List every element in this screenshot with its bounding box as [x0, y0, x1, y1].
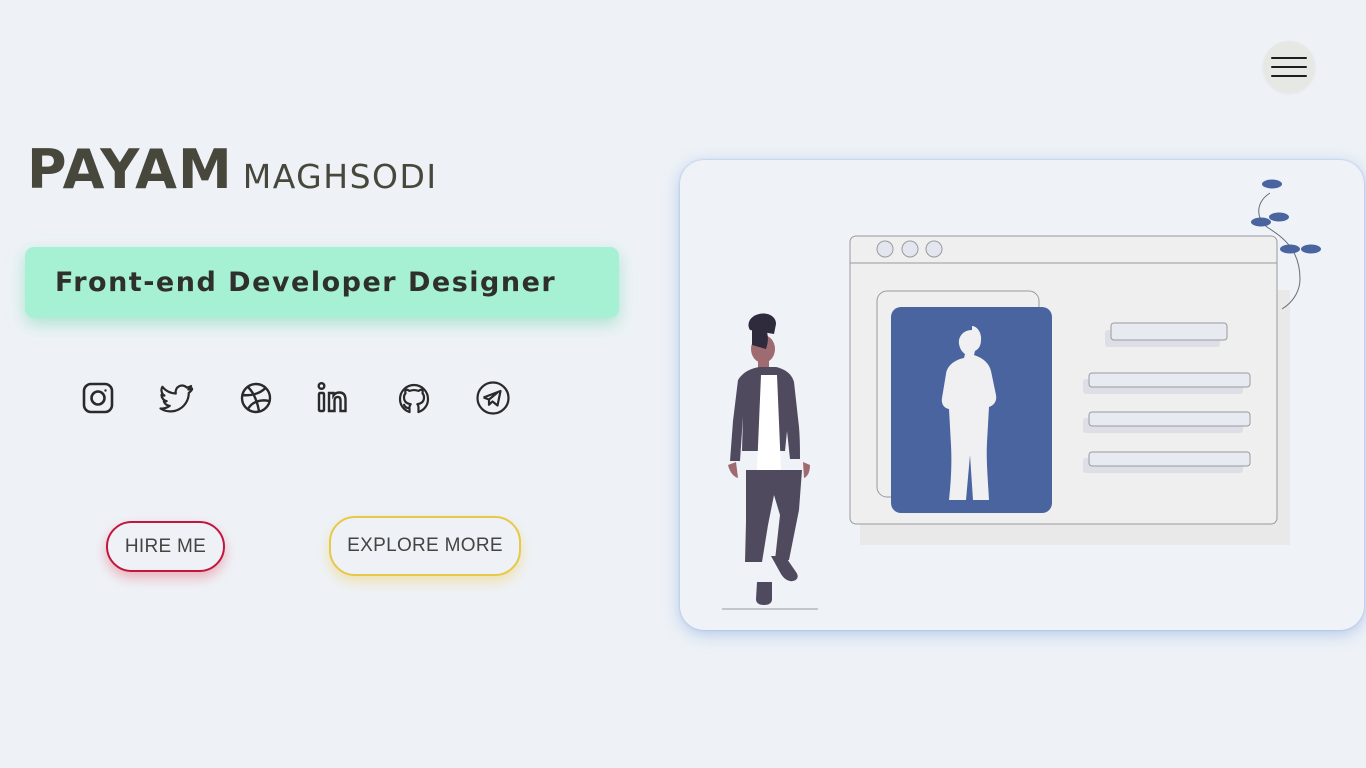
instagram-icon [82, 382, 114, 414]
window-dot-icon [901, 240, 919, 258]
leaf-icon [1262, 179, 1282, 189]
hire-me-button[interactable]: HIRE ME [106, 521, 225, 572]
window-dot-icon [876, 240, 894, 258]
role-banner: Front-end Developer Designer [25, 247, 619, 318]
text-line [1088, 372, 1251, 388]
social-links [78, 378, 518, 418]
leaf-icon [1301, 244, 1321, 254]
hero-name: PAYAM MAGHSODI [27, 138, 438, 201]
text-line [1088, 451, 1251, 467]
last-name: MAGHSODI [242, 157, 438, 196]
instagram-link[interactable] [78, 378, 118, 418]
linkedin-icon [317, 381, 347, 413]
hero-illustration-card [680, 160, 1364, 630]
role-text: Front-end Developer Designer [55, 267, 557, 298]
telegram-link[interactable] [473, 378, 513, 418]
github-icon [398, 383, 430, 414]
hire-me-label: HIRE ME [124, 535, 207, 557]
leaf-icon [1251, 217, 1271, 227]
text-line [1088, 411, 1251, 427]
hamburger-menu-icon-line [1271, 75, 1307, 77]
standing-person-icon [722, 313, 818, 610]
hamburger-menu-icon-line [1271, 66, 1307, 68]
explore-more-button[interactable]: EXPLORE MORE [329, 516, 521, 576]
twitter-link[interactable] [157, 378, 197, 418]
explore-more-label: EXPLORE MORE [347, 535, 503, 556]
leaf-icon [1269, 212, 1289, 222]
hamburger-menu-icon-line [1271, 57, 1307, 59]
dribbble-icon [240, 382, 272, 414]
leaf-icon [1280, 244, 1300, 254]
window-dot-icon [925, 240, 943, 258]
github-link[interactable] [394, 378, 434, 418]
linkedin-link[interactable] [315, 378, 355, 418]
text-line [1110, 322, 1228, 341]
first-name: PAYAM [27, 138, 233, 201]
dribbble-link[interactable] [236, 378, 276, 418]
profile-illustration [722, 179, 1321, 610]
twitter-icon [159, 384, 194, 413]
menu-button[interactable] [1263, 41, 1315, 93]
telegram-icon [476, 381, 510, 415]
